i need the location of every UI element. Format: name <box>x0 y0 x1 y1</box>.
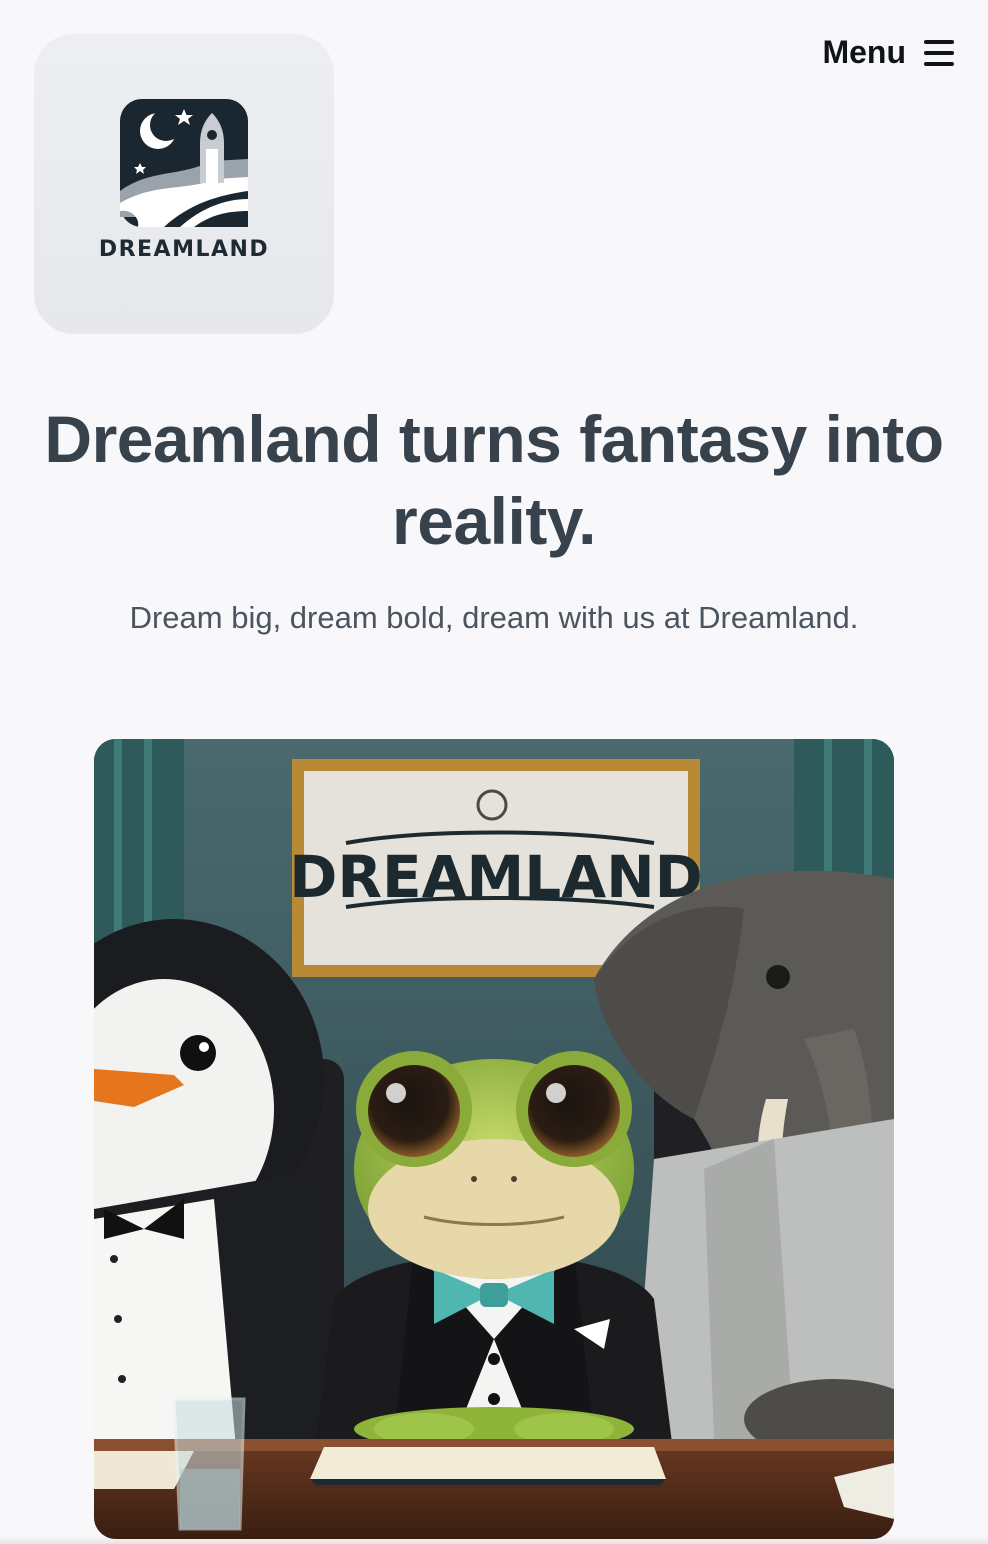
hero-headline: Dreamland turns fantasy into reality. <box>44 402 944 558</box>
sign-text: DREAMLAND <box>289 843 703 911</box>
hero-tagline: Dream big, dream bold, dream with us at … <box>129 600 859 635</box>
hero-image: DREAMLAND <box>94 739 894 1539</box>
logo[interactable]: DREAMLAND <box>34 34 334 334</box>
page: DREAMLAND Menu Dreamland turns fantasy i… <box>0 0 988 1544</box>
logo-wordmark: DREAMLAND <box>98 236 270 262</box>
menu-button[interactable]: Menu <box>822 34 954 71</box>
hamburger-icon <box>924 39 954 66</box>
bottom-edge-shadow <box>0 1536 988 1544</box>
menu-label: Menu <box>822 34 906 70</box>
dreamland-logo-icon <box>120 98 248 227</box>
